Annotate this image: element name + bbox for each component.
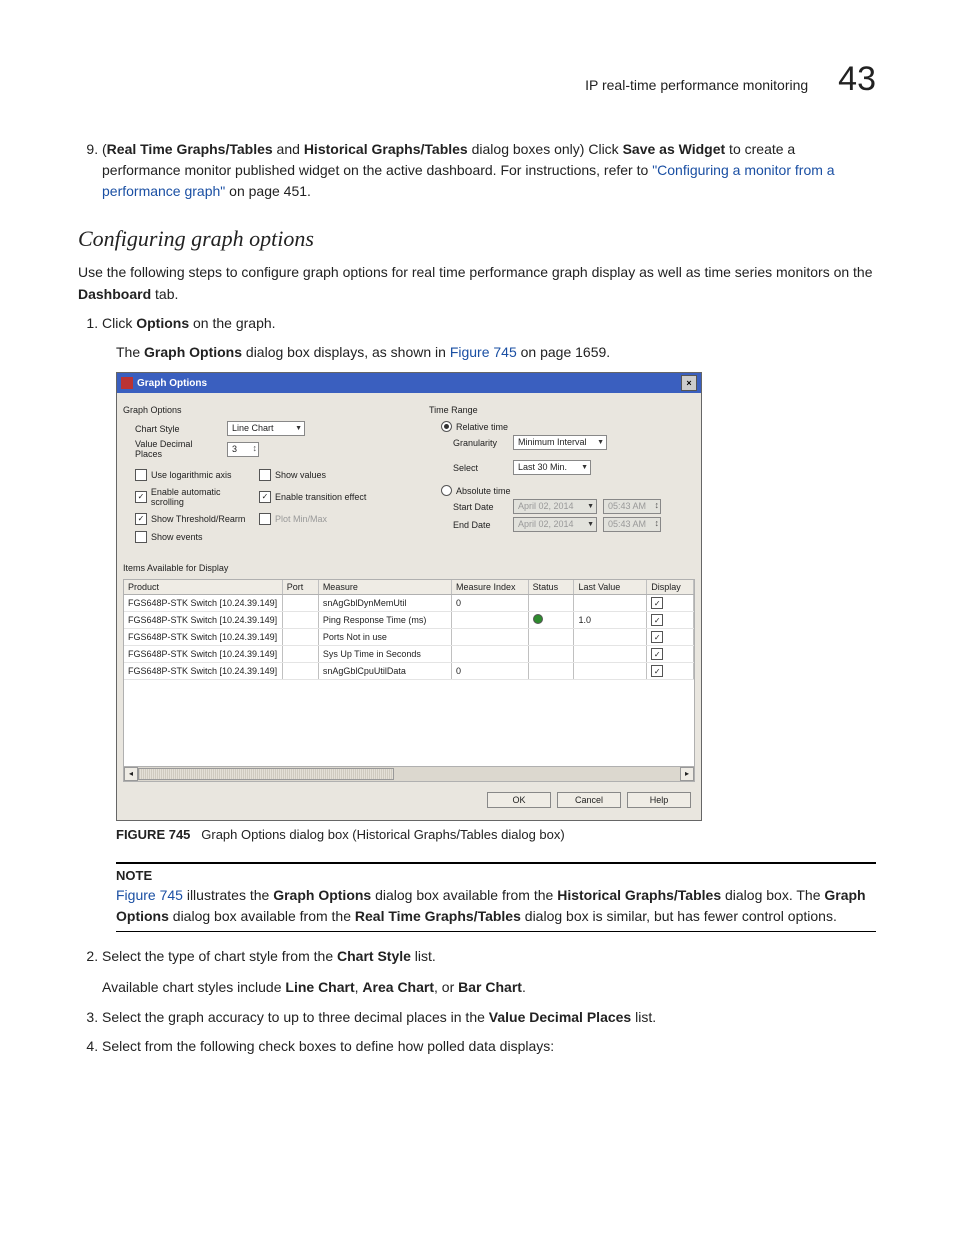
left-panel-header: Graph Options: [123, 405, 389, 415]
scroll-left-arrow[interactable]: ◂: [124, 767, 138, 781]
step-list-9: (Real Time Graphs/Tables and Historical …: [78, 139, 876, 202]
table-row[interactable]: FGS648P-STK Switch [10.24.39.149]Ports N…: [124, 629, 694, 646]
display-checkbox[interactable]: [651, 648, 663, 660]
items-table: Product Port Measure Measure Index Statu…: [124, 580, 694, 680]
end-time-field: 05:43 AM: [603, 517, 661, 532]
app-icon: [121, 377, 133, 389]
select-label: Select: [453, 463, 507, 473]
decimal-spinner[interactable]: 3: [227, 442, 259, 457]
table-header-row: Product Port Measure Measure Index Statu…: [124, 580, 694, 595]
decimal-label: Value Decimal Places: [135, 439, 221, 459]
items-label: Items Available for Display: [123, 563, 695, 573]
help-button[interactable]: Help: [627, 792, 691, 808]
dialog-title-bar: Graph Options ×: [117, 373, 701, 393]
status-ok-icon: [533, 614, 543, 624]
right-panel-header: Time Range: [429, 405, 695, 415]
chart-style-label: Chart Style: [135, 424, 221, 434]
step2-followup: Available chart styles include Line Char…: [102, 977, 876, 999]
link-fig745-a[interactable]: Figure 745: [450, 344, 517, 360]
running-title: IP real-time performance monitoring: [585, 77, 808, 93]
col-measure-index[interactable]: Measure Index: [451, 580, 528, 595]
close-icon[interactable]: ×: [681, 375, 697, 391]
end-date-label: End Date: [453, 520, 507, 530]
step-list-main: Click Options on the graph.: [78, 313, 876, 334]
step9-text: (Real Time Graphs/Tables and Historical …: [102, 141, 835, 199]
granularity-label: Granularity: [453, 438, 507, 448]
figure-745: Graph Options × Graph Options Chart Styl…: [116, 372, 876, 821]
threshold-checkbox[interactable]: [135, 513, 147, 525]
left-panel: Graph Options Chart Style Line Chart Val…: [123, 399, 389, 545]
dialog-body: Graph Options Chart Style Line Chart Val…: [117, 393, 701, 820]
intro-paragraph: Use the following steps to configure gra…: [78, 262, 876, 305]
scroll-thumb[interactable]: [138, 768, 394, 780]
granularity-select[interactable]: Minimum Interval: [513, 435, 607, 450]
show-values-checkbox[interactable]: [259, 469, 271, 481]
start-date-label: Start Date: [453, 502, 507, 512]
scroll-right-arrow[interactable]: ▸: [680, 767, 694, 781]
display-checkbox[interactable]: [651, 665, 663, 677]
dialog-title: Graph Options: [137, 378, 207, 389]
step-list-2to4: Select the type of chart style from the …: [78, 946, 876, 1057]
figure-caption: FIGURE 745 Graph Options dialog box (His…: [116, 827, 876, 842]
col-port[interactable]: Port: [282, 580, 318, 595]
step-4: Select from the following check boxes to…: [102, 1036, 876, 1057]
step-1: Click Options on the graph.: [102, 313, 876, 334]
horizontal-scrollbar[interactable]: ◂ ▸: [124, 766, 694, 781]
time-select[interactable]: Last 30 Min.: [513, 460, 591, 475]
running-header: IP real-time performance monitoring 43: [78, 60, 876, 99]
col-product[interactable]: Product: [124, 580, 282, 595]
note-block: NOTE Figure 745 illustrates the Graph Op…: [116, 862, 876, 932]
end-date-field: April 02, 2014: [513, 517, 597, 532]
items-table-wrap: Product Port Measure Measure Index Statu…: [123, 579, 695, 782]
plot-minmax-checkbox: [259, 513, 271, 525]
col-display[interactable]: Display: [647, 580, 694, 595]
note-body: Figure 745 illustrates the Graph Options…: [116, 885, 876, 927]
display-checkbox[interactable]: [651, 614, 663, 626]
chart-style-select[interactable]: Line Chart: [227, 421, 305, 436]
col-last-value[interactable]: Last Value: [574, 580, 647, 595]
relative-time-radio[interactable]: [441, 421, 452, 432]
chapter-number: 43: [838, 60, 876, 99]
step-9: (Real Time Graphs/Tables and Historical …: [102, 139, 876, 202]
page: IP real-time performance monitoring 43 (…: [0, 0, 954, 1105]
note-title: NOTE: [116, 868, 876, 883]
col-status[interactable]: Status: [528, 580, 574, 595]
log-axis-checkbox[interactable]: [135, 469, 147, 481]
ok-button[interactable]: OK: [487, 792, 551, 808]
table-row[interactable]: FGS648P-STK Switch [10.24.39.149]snAgGbl…: [124, 595, 694, 612]
table-row[interactable]: FGS648P-STK Switch [10.24.39.149]Ping Re…: [124, 612, 694, 629]
display-checkbox[interactable]: [651, 631, 663, 643]
start-date-field: April 02, 2014: [513, 499, 597, 514]
table-row[interactable]: FGS648P-STK Switch [10.24.39.149]snAgGbl…: [124, 663, 694, 680]
step-2: Select the type of chart style from the …: [102, 946, 876, 999]
right-panel: Time Range Relative time Granularity Min…: [429, 399, 695, 545]
table-row[interactable]: FGS648P-STK Switch [10.24.39.149]Sys Up …: [124, 646, 694, 663]
step-3: Select the graph accuracy to up to three…: [102, 1007, 876, 1028]
absolute-time-radio[interactable]: [441, 485, 452, 496]
col-measure[interactable]: Measure: [318, 580, 451, 595]
start-time-field: 05:43 AM: [603, 499, 661, 514]
display-checkbox[interactable]: [651, 597, 663, 609]
transition-checkbox[interactable]: [259, 491, 271, 503]
cancel-button[interactable]: Cancel: [557, 792, 621, 808]
link-fig745-b[interactable]: Figure 745: [116, 887, 183, 903]
auto-scroll-checkbox[interactable]: [135, 491, 147, 503]
step1-result: The Graph Options dialog box displays, a…: [116, 342, 876, 364]
show-events-checkbox[interactable]: [135, 531, 147, 543]
section-heading: Configuring graph options: [78, 226, 876, 252]
graph-options-dialog: Graph Options × Graph Options Chart Styl…: [116, 372, 702, 821]
dialog-button-row: OK Cancel Help: [123, 782, 695, 814]
